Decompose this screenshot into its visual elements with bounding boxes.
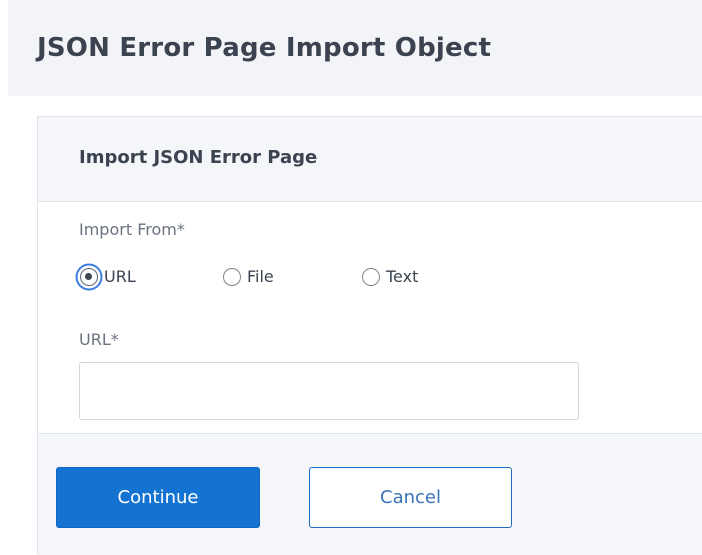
radio-option-url[interactable]: URL	[80, 263, 136, 291]
panel-header: Import JSON Error Page	[38, 117, 702, 202]
cancel-button[interactable]: Cancel	[309, 467, 512, 528]
import-panel: Import JSON Error Page Import From* URL …	[37, 116, 702, 555]
url-input[interactable]	[79, 362, 579, 420]
radio-selected-icon[interactable]	[80, 268, 98, 286]
radio-unselected-icon[interactable]	[362, 268, 380, 286]
radio-label-url: URL	[104, 267, 136, 286]
page-header: JSON Error Page Import Object	[8, 0, 702, 96]
radio-label-file: File	[247, 267, 274, 286]
radio-option-file[interactable]: File	[223, 263, 274, 291]
panel-footer: Continue Cancel	[38, 433, 702, 555]
url-label: URL*	[79, 330, 119, 349]
radio-unselected-icon[interactable]	[223, 268, 241, 286]
radio-label-text: Text	[386, 267, 419, 286]
import-from-label: Import From*	[79, 220, 185, 239]
radio-option-text[interactable]: Text	[362, 263, 418, 291]
page-title: JSON Error Page Import Object	[37, 33, 492, 63]
panel-title: Import JSON Error Page	[79, 147, 318, 168]
continue-button[interactable]: Continue	[56, 467, 260, 528]
